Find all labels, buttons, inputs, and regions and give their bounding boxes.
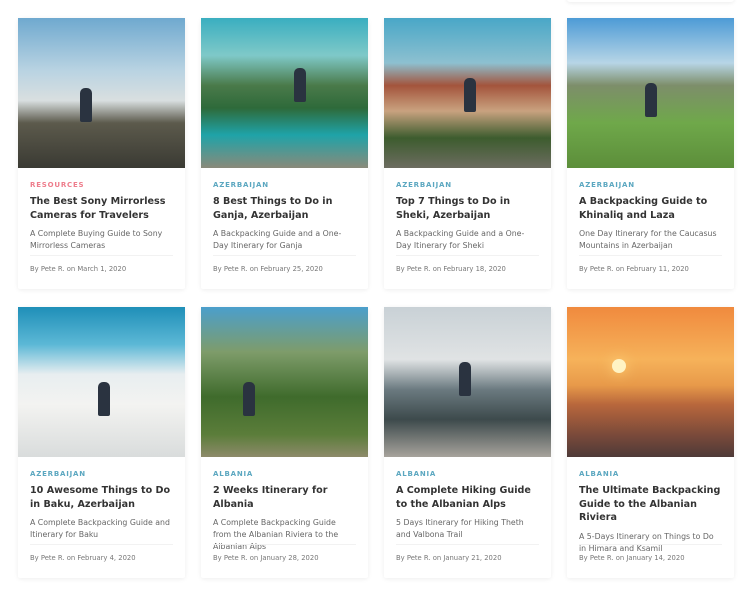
divider	[30, 255, 173, 256]
post-subtitle: A Complete Buying Guide to Sony Mirrorle…	[30, 229, 163, 250]
post-title[interactable]: A Complete Hiking Guide to the Albanian …	[396, 484, 539, 511]
post-thumbnail[interactable]	[201, 307, 368, 457]
post-title[interactable]: A Backpacking Guide to Khinaliq and Laza	[579, 195, 722, 222]
post-subtitle: 5 Days Itinerary for Hiking Theth and Va…	[396, 518, 524, 539]
post-card[interactable]: AZERBAIJAN 10 Awesome Things to Do in Ba…	[18, 307, 185, 578]
post-thumbnail[interactable]	[201, 18, 368, 168]
divider	[396, 544, 539, 545]
post-subtitle: A Complete Backpacking Guide from the Al…	[213, 518, 339, 551]
post-card[interactable]: ALBANIA 2 Weeks Itinerary for Albania A …	[201, 307, 368, 578]
divider	[396, 255, 539, 256]
divider	[213, 255, 356, 256]
post-title[interactable]: 10 Awesome Things to Do in Baku, Azerbai…	[30, 484, 173, 511]
post-category[interactable]: ALBANIA	[213, 470, 356, 478]
divider	[213, 544, 356, 545]
post-category[interactable]: ALBANIA	[579, 470, 722, 478]
post-title[interactable]: The Best Sony Mirrorless Cameras for Tra…	[30, 195, 173, 222]
post-category[interactable]: ALBANIA	[396, 470, 539, 478]
post-category[interactable]: AZERBAIJAN	[213, 181, 356, 189]
post-category[interactable]: RESOURCES	[30, 181, 173, 189]
hiker-figure-icon	[645, 83, 657, 117]
post-card[interactable]: AZERBAIJAN Top 7 Things to Do in Sheki, …	[384, 18, 551, 289]
post-subtitle: A 5-Days Itinerary on Things to Do in Hi…	[579, 531, 714, 553]
sun-icon	[612, 359, 626, 373]
post-meta: By Pete R. on March 1, 2020	[30, 265, 127, 273]
post-meta: By Pete R. on January 28, 2020	[213, 554, 319, 562]
divider	[579, 544, 722, 545]
post-title[interactable]: Top 7 Things to Do in Sheki, Azerbaijan	[396, 195, 539, 222]
post-category[interactable]: AZERBAIJAN	[396, 181, 539, 189]
post-card[interactable]: RESOURCES The Best Sony Mirrorless Camer…	[18, 18, 185, 289]
hiker-figure-icon	[459, 362, 471, 396]
divider	[579, 255, 722, 256]
post-card[interactable]: AZERBAIJAN A Backpacking Guide to Khinal…	[567, 18, 734, 289]
hiker-figure-icon	[98, 382, 110, 416]
post-meta: By Pete R. on January 14, 2020	[579, 554, 685, 562]
post-thumbnail[interactable]	[384, 18, 551, 168]
post-card[interactable]: AZERBAIJAN 8 Best Things to Do in Ganja,…	[201, 18, 368, 289]
hiker-figure-icon	[294, 68, 306, 102]
divider	[30, 544, 173, 545]
post-subtitle: One Day Itinerary for the Caucasus Mount…	[579, 229, 717, 250]
hiker-figure-icon	[243, 382, 255, 416]
hiker-figure-icon	[80, 88, 92, 122]
post-meta: By Pete R. on February 18, 2020	[396, 265, 506, 273]
post-thumbnail[interactable]	[18, 307, 185, 457]
post-meta: By Pete R. on February 25, 2020	[213, 265, 323, 273]
post-card[interactable]: ALBANIA The Ultimate Backpacking Guide t…	[567, 307, 734, 578]
post-thumbnail[interactable]	[567, 307, 734, 457]
post-card[interactable]: ALBANIA A Complete Hiking Guide to the A…	[384, 307, 551, 578]
previous-row-card-edge	[567, 0, 734, 2]
post-title[interactable]: 2 Weeks Itinerary for Albania	[213, 484, 356, 511]
post-thumbnail[interactable]	[18, 18, 185, 168]
post-subtitle: A Backpacking Guide and a One-Day Itiner…	[213, 229, 342, 250]
post-thumbnail[interactable]	[384, 307, 551, 457]
post-subtitle: A Complete Backpacking Guide and Itinera…	[30, 518, 170, 539]
post-title[interactable]: 8 Best Things to Do in Ganja, Azerbaijan	[213, 195, 356, 222]
post-title[interactable]: The Ultimate Backpacking Guide to the Al…	[579, 484, 722, 525]
post-category[interactable]: AZERBAIJAN	[579, 181, 722, 189]
post-category[interactable]: AZERBAIJAN	[30, 470, 173, 478]
post-meta: By Pete R. on January 21, 2020	[396, 554, 502, 562]
post-meta: By Pete R. on February 11, 2020	[579, 265, 689, 273]
hiker-figure-icon	[464, 78, 476, 112]
post-subtitle: A Backpacking Guide and a One-Day Itiner…	[396, 229, 525, 250]
post-meta: By Pete R. on February 4, 2020	[30, 554, 136, 562]
post-thumbnail[interactable]	[567, 18, 734, 168]
